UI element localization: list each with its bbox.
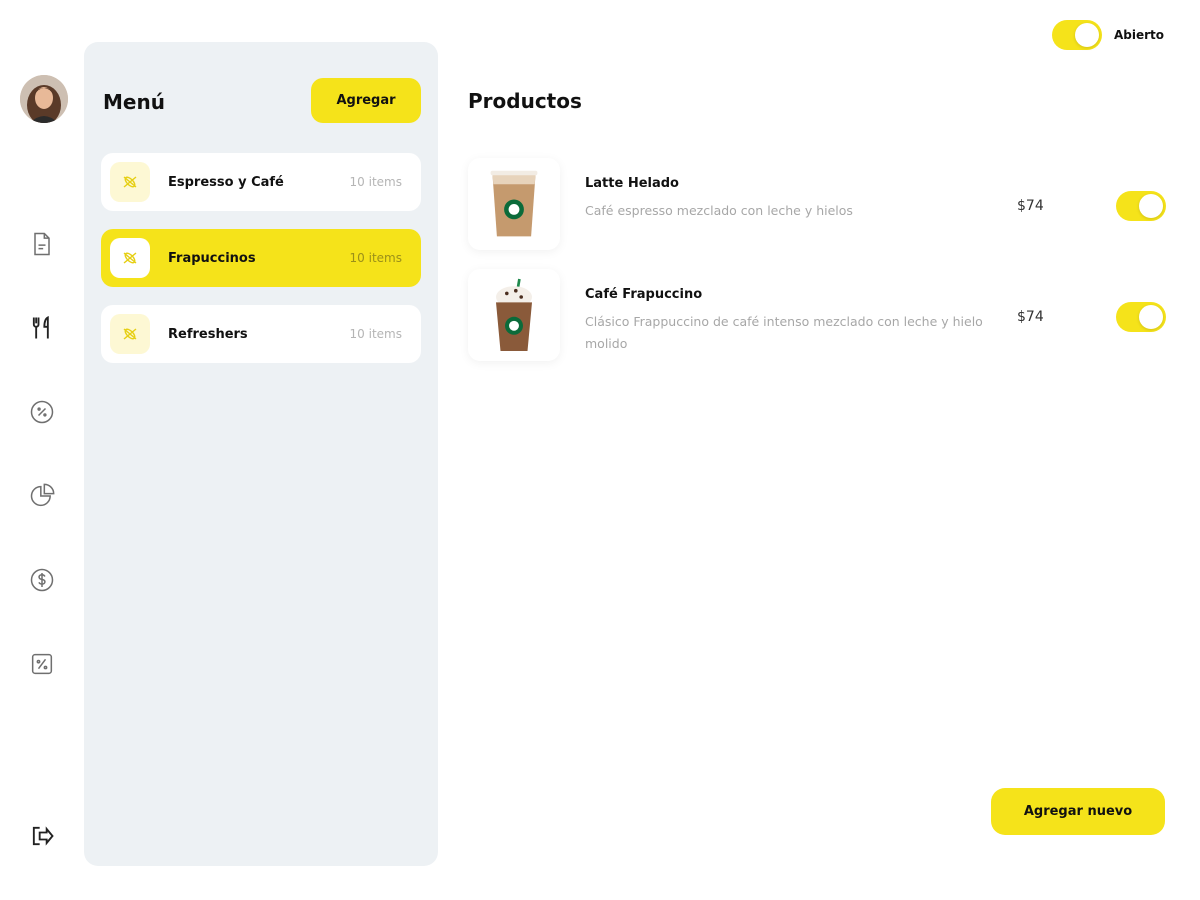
utensils-icon[interactable] <box>26 312 58 344</box>
add-new-product-button[interactable]: Agregar nuevo <box>991 788 1165 835</box>
avatar[interactable] <box>20 75 68 123</box>
category-refreshers[interactable]: Refreshers 10 items <box>101 305 421 363</box>
product-availability-toggle[interactable] <box>1116 191 1166 221</box>
category-frapuccinos[interactable]: Frapuccinos 10 items <box>101 229 421 287</box>
toggle-knob <box>1139 305 1163 329</box>
product-image <box>468 158 560 250</box>
product-price: $74 <box>1017 198 1044 214</box>
app: Abierto Menú Agregar Espresso y Café 10 … <box>0 0 1200 900</box>
icon-sidebar <box>0 0 84 900</box>
toggle-knob <box>1075 23 1099 47</box>
category-name: Refreshers <box>168 326 248 342</box>
bean-icon <box>110 314 150 354</box>
menu-title: Menú <box>103 90 165 114</box>
product-name: Latte Helado <box>585 176 679 191</box>
category-count: 10 items <box>349 327 402 341</box>
product-description: Café espresso mezclado con leche y hielo… <box>585 203 853 218</box>
product-name: Café Frapuccino <box>585 287 703 302</box>
category-count: 10 items <box>349 175 402 189</box>
category-name: Espresso y Café <box>168 174 284 190</box>
bean-icon <box>110 238 150 278</box>
store-status-label: Abierto <box>1114 28 1165 42</box>
document-icon[interactable] <box>26 228 58 260</box>
store-status: Abierto <box>1052 20 1164 50</box>
logout-icon[interactable] <box>26 820 58 852</box>
category-name: Frapuccinos <box>168 250 256 266</box>
product-row[interactable]: Café Frapuccino Clásico Frappuccino de c… <box>468 269 1168 363</box>
product-description: Clásico Frappuccino de café intenso mezc… <box>585 314 983 351</box>
pie-chart-icon[interactable] <box>26 480 58 512</box>
discount-icon[interactable] <box>26 396 58 428</box>
menu-panel: Menú Agregar Espresso y Café 10 items Fr… <box>84 42 438 866</box>
product-image <box>468 269 560 361</box>
dollar-icon[interactable] <box>26 564 58 596</box>
store-open-toggle[interactable] <box>1052 20 1102 50</box>
product-availability-toggle[interactable] <box>1116 302 1166 332</box>
products-title: Productos <box>468 89 582 113</box>
toggle-knob <box>1139 194 1163 218</box>
product-row[interactable]: Latte Helado Café espresso mezclado con … <box>468 158 1168 252</box>
add-category-button[interactable]: Agregar <box>311 78 421 123</box>
percent-tag-icon[interactable] <box>26 648 58 680</box>
product-price: $74 <box>1017 309 1044 325</box>
category-count: 10 items <box>349 251 402 265</box>
bean-icon <box>110 162 150 202</box>
category-espresso[interactable]: Espresso y Café 10 items <box>101 153 421 211</box>
